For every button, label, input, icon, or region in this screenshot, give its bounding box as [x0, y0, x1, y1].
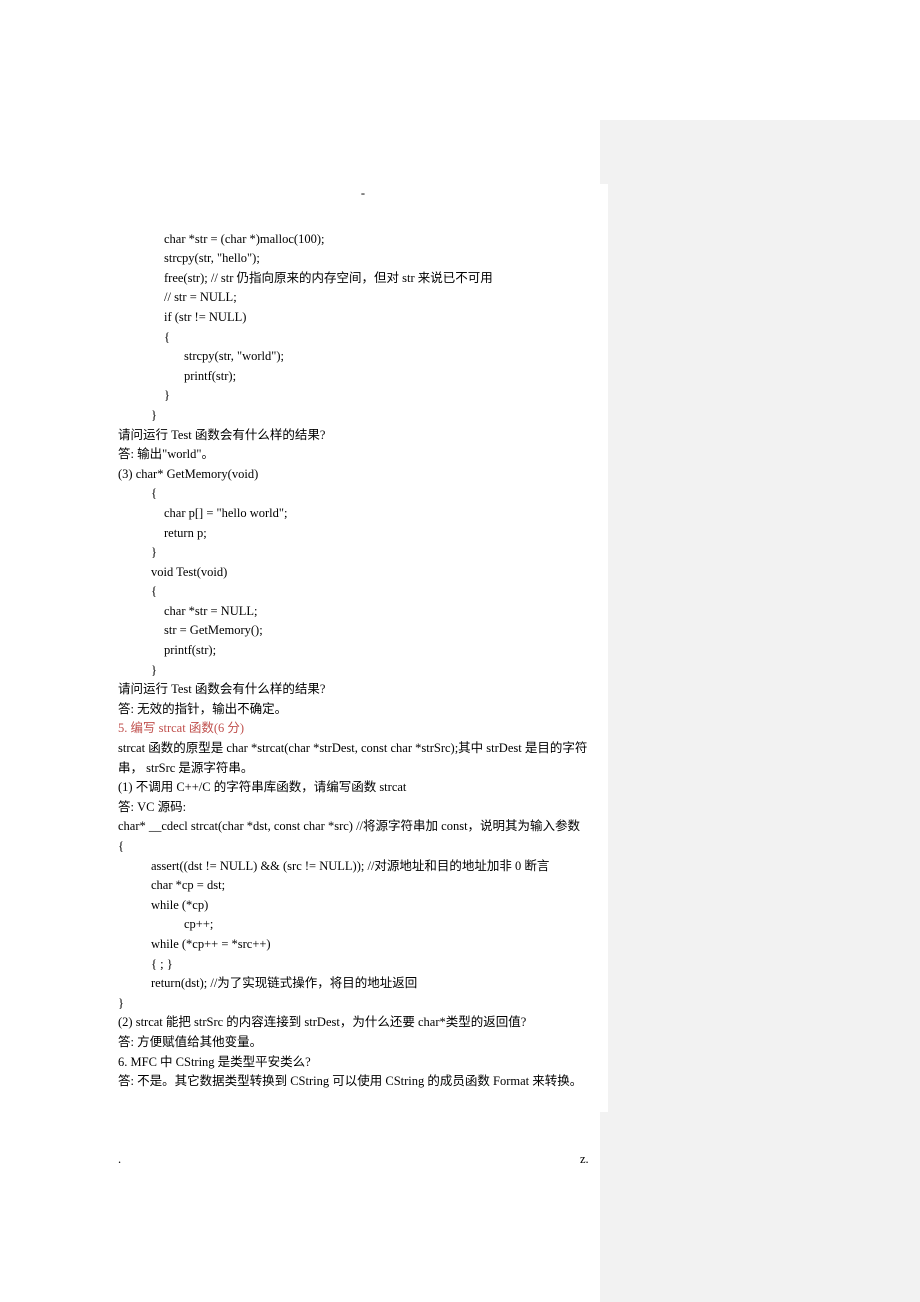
code-line: printf(str);	[118, 641, 608, 661]
paragraph-text: 答: VC 源码:	[118, 798, 608, 818]
code-line: char* __cdecl strcat(char *dst, const ch…	[118, 817, 608, 837]
document-body: - char *str = (char *)malloc(100); strcp…	[118, 184, 608, 1112]
code-line: while (*cp++ = *src++)	[118, 935, 608, 955]
code-line: }	[118, 543, 608, 563]
code-line: return p;	[118, 524, 608, 544]
code-line: printf(str);	[118, 367, 608, 387]
document-page: - char *str = (char *)malloc(100); strcp…	[0, 0, 920, 1302]
code-line: assert((dst != NULL) && (src != NULL)); …	[118, 857, 608, 877]
code-line: { ; }	[118, 955, 608, 975]
code-line: char *str = (char *)malloc(100);	[118, 230, 608, 250]
code-line: char *cp = dst;	[118, 876, 608, 896]
code-line: return(dst); //为了实现链式操作，将目的地址返回	[118, 974, 608, 994]
code-line: char p[] = "hello world";	[118, 504, 608, 524]
code-line: free(str); // str 仍指向原来的内存空间，但对 str 来说已不…	[118, 269, 608, 289]
code-line: }	[118, 406, 608, 426]
code-line: strcpy(str, "world");	[118, 347, 608, 367]
question-text: 6. MFC 中 CString 是类型平安类么?	[118, 1053, 608, 1073]
footer-left: .	[118, 1152, 121, 1167]
answer-text: 答: 输出"world"。	[118, 445, 608, 465]
code-line: {	[118, 837, 608, 857]
paragraph-text: strcat 函数的原型是 char *strcat(char *strDest…	[118, 739, 608, 778]
code-line: void Test(void)	[118, 563, 608, 583]
code-line: }	[118, 386, 608, 406]
code-line: // str = NULL;	[118, 288, 608, 308]
question-head: (3) char* GetMemory(void)	[118, 465, 608, 485]
answer-text: 答: 无效的指针，输出不确定。	[118, 700, 608, 720]
code-line: {	[118, 328, 608, 348]
answer-text: 答: 不是。其它数据类型转换到 CString 可以使用 CString 的成员…	[118, 1072, 608, 1092]
code-line: {	[118, 582, 608, 602]
answer-text: 答: 方便赋值给其他变量。	[118, 1033, 608, 1053]
code-line: cp++;	[118, 915, 608, 935]
code-line: char *str = NULL;	[118, 602, 608, 622]
header-mark: -	[118, 184, 608, 204]
section-title: 5. 编写 strcat 函数(6 分)	[118, 719, 608, 739]
code-line: while (*cp)	[118, 896, 608, 916]
code-line: }	[118, 994, 608, 1014]
paragraph-text: (1) 不调用 C++/C 的字符串库函数，请编写函数 strcat	[118, 778, 608, 798]
question-text: 请问运行 Test 函数会有什么样的结果?	[118, 426, 608, 446]
footer-right: z.	[580, 1152, 589, 1167]
question-text: 请问运行 Test 函数会有什么样的结果?	[118, 680, 608, 700]
code-line: str = GetMemory();	[118, 621, 608, 641]
code-line: {	[118, 484, 608, 504]
code-line: strcpy(str, "hello");	[118, 249, 608, 269]
question-text: (2) strcat 能把 strSrc 的内容连接到 strDest，为什么还…	[118, 1013, 608, 1033]
code-line: if (str != NULL)	[118, 308, 608, 328]
code-line: }	[118, 661, 608, 681]
page-margin-sidebar	[600, 120, 920, 1302]
